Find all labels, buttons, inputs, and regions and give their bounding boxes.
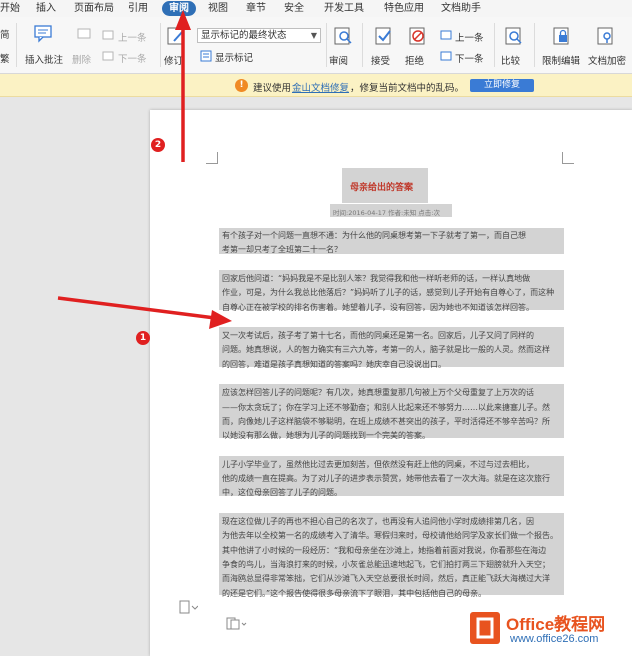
annotation-arrows: [57, 10, 232, 329]
watermark-brand: Office教程网: [506, 615, 606, 634]
watermark-url: www.office26.com: [510, 633, 599, 645]
right-arrow-head: [209, 310, 232, 329]
step-badge-2: 2: [151, 138, 165, 152]
up-arrow-head: [175, 10, 191, 30]
right-arrow-line: [57, 296, 216, 320]
office-logo-icon: [470, 612, 500, 644]
step-badge-1: 1: [136, 331, 150, 345]
